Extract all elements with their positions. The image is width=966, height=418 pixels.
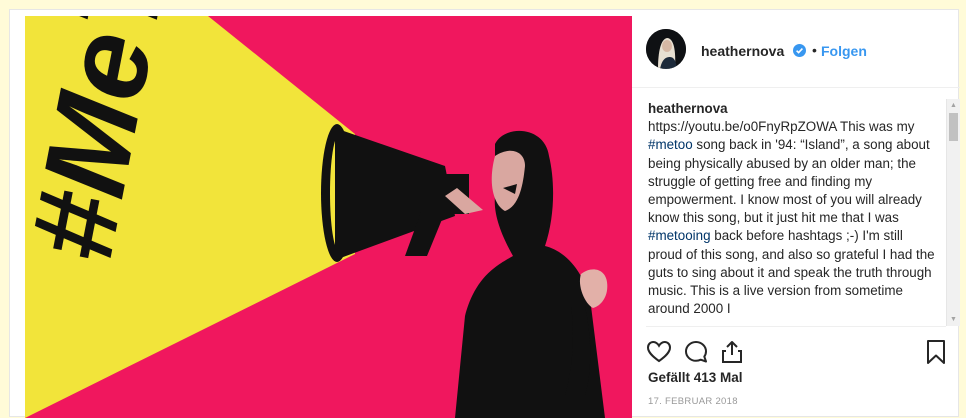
post-caption: heathernova https://youtu.be/o0FnyRpZOWA … (648, 100, 938, 318)
post-image[interactable]: #MeToo (25, 16, 632, 418)
hashtag-link-metooing[interactable]: #metooing (648, 228, 711, 243)
like-count[interactable]: Gefällt 413 Mal (648, 370, 743, 385)
hashtag-link-metoo[interactable]: #metoo (648, 137, 693, 152)
scroll-up-arrow-icon[interactable]: ▲ (947, 99, 960, 112)
follow-button[interactable]: Folgen (821, 43, 867, 59)
scrollbar-thumb[interactable] (949, 113, 958, 141)
comment-icon[interactable] (683, 339, 709, 365)
caption-scrollbar[interactable]: ▲ ▼ (946, 99, 960, 326)
post-actions (632, 326, 960, 370)
heart-icon[interactable] (646, 339, 672, 365)
scroll-down-arrow-icon[interactable]: ▼ (947, 313, 960, 326)
username-link[interactable]: heathernova (701, 43, 784, 59)
post-sidebar: heathernova • Folgen heathernova https://… (632, 10, 960, 418)
post-header: heathernova • Folgen (632, 10, 960, 88)
post-date[interactable]: 17. FEBRUAR 2018 (648, 396, 738, 407)
metoo-megaphone-illustration: #MeToo (25, 16, 632, 418)
verified-badge-icon (793, 44, 806, 57)
caption-scroll-area[interactable]: heathernova https://youtu.be/o0FnyRpZOWA … (632, 96, 960, 326)
avatar[interactable] (646, 29, 686, 69)
bookmark-icon[interactable] (923, 339, 949, 365)
share-icon[interactable] (719, 339, 745, 365)
instagram-post-card: #MeToo heathernova • Folgen heathernova … (9, 9, 960, 418)
caption-username[interactable]: heathernova (648, 100, 938, 118)
header-separator: • (812, 42, 817, 58)
caption-text-1: https://youtu.be/o0FnyRpZOWA This was my (648, 119, 915, 135)
